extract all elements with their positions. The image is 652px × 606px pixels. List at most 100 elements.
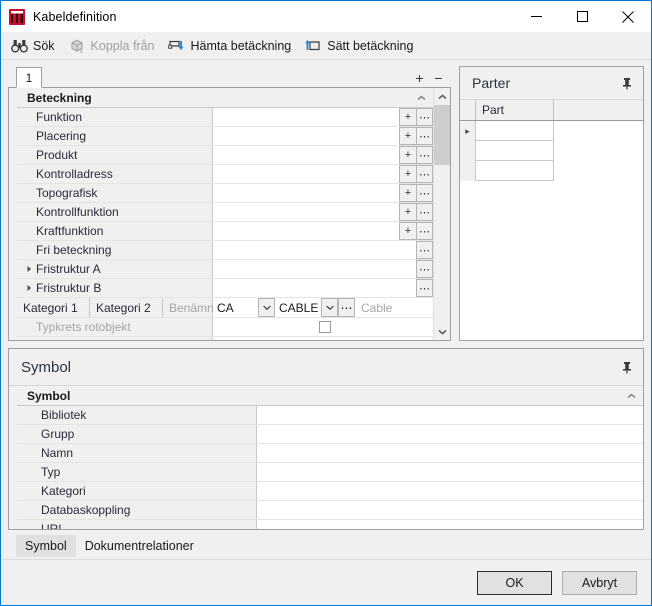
row-value[interactable]: [257, 406, 643, 424]
row-value[interactable]: [213, 260, 416, 278]
ok-button[interactable]: OK: [477, 570, 552, 595]
ellipsis-button[interactable]: ⋯: [416, 260, 433, 278]
tab-1[interactable]: 1: [16, 67, 42, 88]
table-row[interactable]: Bibliotek: [17, 406, 643, 425]
close-button[interactable]: [605, 1, 651, 32]
plus-button[interactable]: +: [399, 203, 416, 221]
row-value[interactable]: [257, 444, 643, 462]
row-value[interactable]: [213, 203, 399, 221]
designation-scrollbar[interactable]: [433, 88, 450, 340]
table-row[interactable]: Namn: [17, 444, 643, 463]
row-value[interactable]: [213, 146, 399, 164]
table-row[interactable]: Funktion + ⋯: [17, 108, 433, 127]
minimize-button[interactable]: [513, 1, 559, 32]
plus-button[interactable]: +: [399, 127, 416, 145]
plus-button[interactable]: +: [399, 108, 416, 126]
add-tab-button[interactable]: +: [411, 69, 428, 86]
toolbar-button-satt-betackning[interactable]: Sätt betäckning: [303, 35, 421, 57]
chevron-up-small-icon[interactable]: [625, 391, 637, 401]
table-row[interactable]: Typ: [17, 463, 643, 482]
table-row[interactable]: [460, 161, 643, 181]
scroll-up-button[interactable]: [434, 88, 451, 105]
typkrets-checkbox[interactable]: [319, 321, 331, 333]
table-row[interactable]: [460, 141, 643, 161]
row-marker[interactable]: [460, 161, 476, 181]
table-row[interactable]: Databaskoppling: [17, 501, 643, 520]
ellipsis-button[interactable]: ⋯: [416, 222, 433, 240]
row-value[interactable]: [213, 108, 399, 126]
kategori-1-combo[interactable]: CA: [213, 298, 275, 317]
ellipsis-button[interactable]: ⋯: [416, 279, 433, 297]
table-cell-part[interactable]: [476, 121, 554, 141]
row-value[interactable]: [213, 127, 399, 145]
expand-arrow-icon[interactable]: [23, 284, 36, 292]
row-value[interactable]: [257, 520, 643, 529]
tab-dokumentrelationer[interactable]: Dokumentrelationer: [76, 535, 203, 557]
plus-button[interactable]: +: [399, 146, 416, 164]
row-value[interactable]: [257, 501, 643, 519]
table-row[interactable]: Kontrolladress + ⋯: [17, 165, 433, 184]
row-value[interactable]: [213, 279, 416, 297]
toolbar-button-sok[interactable]: Sök: [9, 35, 63, 57]
table-row[interactable]: Topografisk + ⋯: [17, 184, 433, 203]
plus-button[interactable]: +: [399, 222, 416, 240]
table-row[interactable]: Fristruktur A ⋯: [17, 260, 433, 279]
row-value[interactable]: [213, 184, 399, 202]
row-marker[interactable]: [460, 141, 476, 161]
row-value[interactable]: [213, 165, 399, 183]
table-cell-part[interactable]: [476, 161, 554, 181]
column-header-part[interactable]: Part: [476, 100, 554, 120]
table-row[interactable]: ▸: [460, 121, 643, 141]
scroll-track[interactable]: [433, 105, 450, 323]
ellipsis-button[interactable]: ⋯: [416, 127, 433, 145]
row-value[interactable]: [213, 241, 416, 259]
table-row[interactable]: Produkt + ⋯: [17, 146, 433, 165]
row-value[interactable]: [257, 425, 643, 443]
remove-tab-button[interactable]: −: [430, 69, 447, 86]
row-value[interactable]: [257, 482, 643, 500]
typkrets-value[interactable]: [213, 318, 433, 336]
cancel-button[interactable]: Avbryt: [562, 570, 637, 595]
tab-symbol[interactable]: Symbol: [16, 534, 76, 557]
ellipsis-button[interactable]: ⋯: [338, 298, 355, 317]
table-row[interactable]: Kategori: [17, 482, 643, 501]
benamning-value[interactable]: Cable: [355, 298, 433, 317]
table-row[interactable]: Kontrollfunktion + ⋯: [17, 203, 433, 222]
chevron-down-icon[interactable]: [258, 298, 275, 317]
pin-icon[interactable]: [619, 359, 635, 375]
ellipsis-button[interactable]: ⋯: [416, 203, 433, 221]
toolbar-button-hamta-betackning[interactable]: Hämta betäckning: [166, 35, 299, 57]
row-value[interactable]: [257, 463, 643, 481]
kategori-2-value[interactable]: CABLE: [275, 298, 321, 317]
pin-icon[interactable]: [619, 75, 635, 91]
kategori-2-combo[interactable]: CABLE ⋯: [275, 298, 355, 317]
symbol-category-header[interactable]: Symbol: [17, 386, 643, 406]
table-row[interactable]: Grupp: [17, 425, 643, 444]
designation-category-header[interactable]: Beteckning: [17, 88, 433, 108]
table-row[interactable]: Kraftfunktion + ⋯: [17, 222, 433, 241]
table-row[interactable]: Fristruktur B ⋯: [17, 279, 433, 298]
table-row[interactable]: URL: [17, 520, 643, 529]
table-row[interactable]: Fri beteckning ⋯: [17, 241, 433, 260]
toolbar-button-koppla-fran[interactable]: x Koppla från: [67, 35, 163, 57]
chevron-up-small-icon[interactable]: [415, 93, 427, 103]
row-marker[interactable]: ▸: [460, 121, 476, 141]
ellipsis-button[interactable]: ⋯: [416, 241, 433, 259]
chevron-down-icon[interactable]: [321, 298, 338, 317]
scroll-thumb[interactable]: [433, 105, 450, 165]
row-value[interactable]: [213, 222, 399, 240]
plus-button[interactable]: +: [399, 165, 416, 183]
expand-arrow-icon[interactable]: [23, 265, 36, 273]
scroll-down-button[interactable]: [434, 323, 451, 340]
ellipsis-button[interactable]: ⋯: [416, 184, 433, 202]
kategori-1-value[interactable]: CA: [213, 298, 258, 317]
table-row[interactable]: Placering + ⋯: [17, 127, 433, 146]
table-cell-part[interactable]: [476, 141, 554, 161]
ellipsis-button[interactable]: ⋯: [416, 108, 433, 126]
plus-button[interactable]: +: [399, 184, 416, 202]
ellipsis-button[interactable]: ⋯: [416, 165, 433, 183]
ellipsis-button[interactable]: ⋯: [416, 146, 433, 164]
kategori-row[interactable]: Kategori 1 Kategori 2 Benämning CA CABLE…: [17, 298, 433, 318]
maximize-button[interactable]: [559, 1, 605, 32]
typkrets-row[interactable]: Typkrets rotobjekt: [17, 318, 433, 337]
